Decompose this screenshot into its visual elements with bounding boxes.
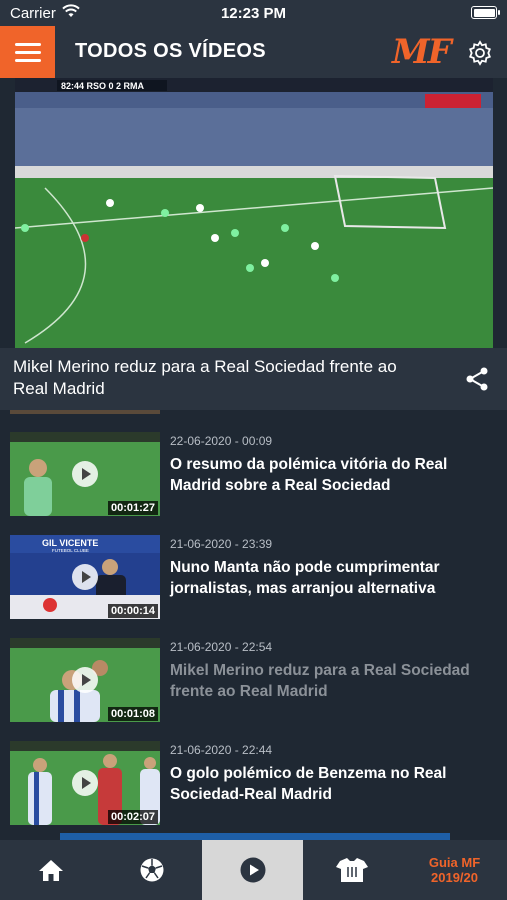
- video-list: 00:01:27 22-06-2020 - 00:09 O resumo da …: [0, 410, 507, 840]
- jersey-icon: [335, 858, 368, 882]
- tab-teams[interactable]: [303, 840, 404, 900]
- page-title: TODOS OS VÍDEOS: [75, 40, 266, 62]
- video-duration: 00:02:07: [107, 810, 158, 824]
- video-duration: 00:00:14: [107, 604, 158, 618]
- video-title[interactable]: Mikel Merino reduz para a Real Sociedad …: [170, 660, 490, 702]
- club-subtitle: FUTEBOL CLUBE: [52, 548, 89, 553]
- video-thumbnail[interactable]: 00:01:27: [10, 432, 160, 516]
- app-header: TODOS OS VÍDEOS MF: [0, 26, 507, 78]
- play-icon: [72, 770, 98, 796]
- now-playing-title: Mikel Merino reduz para a Real Sociedad …: [13, 357, 397, 398]
- previous-thumbnail-peek: [10, 410, 160, 414]
- tab-matches[interactable]: [101, 840, 202, 900]
- status-bar: Carrier 12:23 PM: [0, 0, 507, 26]
- tab-videos[interactable]: [202, 840, 303, 900]
- battery-icon: [471, 6, 500, 19]
- football-match-frame: 82:44 RSO 0 2 RMA: [15, 78, 493, 348]
- share-icon[interactable]: [463, 365, 491, 393]
- video-thumbnail[interactable]: 00:01:08: [10, 638, 160, 722]
- video-player[interactable]: 82:44 RSO 0 2 RMA: [15, 78, 493, 348]
- video-list-item[interactable]: 00:02:07 21-06-2020 - 22:44 O golo polém…: [0, 741, 507, 831]
- clock: 12:23 PM: [220, 5, 287, 22]
- video-thumbnail[interactable]: 00:02:07: [10, 741, 160, 825]
- video-title[interactable]: Nuno Manta não pode cumprimentar jornali…: [170, 557, 490, 599]
- football-icon: [140, 858, 163, 882]
- guide-label: Guia MF: [428, 855, 481, 870]
- gear-icon[interactable]: [466, 39, 494, 67]
- tab-home[interactable]: [0, 840, 101, 900]
- video-title[interactable]: O resumo da polémica vitória do Real Mad…: [170, 454, 490, 496]
- hamburger-icon: [14, 42, 41, 46]
- play-circle-icon: [240, 857, 265, 883]
- scoreboard: 82:44 RSO 0 2 RMA: [61, 81, 145, 91]
- video-list-item[interactable]: GIL VICENTE FUTEBOL CLUBE 00:00:14 21-06…: [0, 535, 507, 625]
- video-list-item[interactable]: 00:01:27 22-06-2020 - 00:09 O resumo da …: [0, 432, 507, 522]
- video-date: 21-06-2020 - 22:54: [170, 640, 273, 654]
- tab-guide[interactable]: Guia MF 2019/20: [404, 840, 505, 900]
- mf-logo[interactable]: MF: [392, 32, 452, 72]
- video-list-item-active[interactable]: 00:01:08 21-06-2020 - 22:54 Mikel Merino…: [0, 638, 507, 728]
- guide-season: 2019/20: [431, 870, 478, 885]
- play-icon: [72, 461, 98, 487]
- video-thumbnail[interactable]: GIL VICENTE FUTEBOL CLUBE 00:00:14: [10, 535, 160, 619]
- video-duration: 00:01:27: [107, 501, 158, 515]
- video-date: 21-06-2020 - 22:44: [170, 743, 273, 757]
- home-icon: [38, 860, 63, 881]
- video-title[interactable]: O golo polémico de Benzema no Real Socie…: [170, 763, 490, 805]
- play-icon: [72, 667, 98, 693]
- play-icon: [72, 564, 98, 590]
- video-date: 22-06-2020 - 00:09: [170, 434, 273, 448]
- bottom-tab-bar: Guia MF 2019/20: [0, 840, 507, 900]
- club-name: GIL VICENTE: [42, 538, 98, 548]
- now-playing-caption: Mikel Merino reduz para a Real Sociedad …: [0, 348, 507, 410]
- video-date: 21-06-2020 - 23:39: [170, 537, 273, 551]
- video-duration: 00:01:08: [107, 707, 158, 721]
- menu-button[interactable]: [0, 26, 55, 78]
